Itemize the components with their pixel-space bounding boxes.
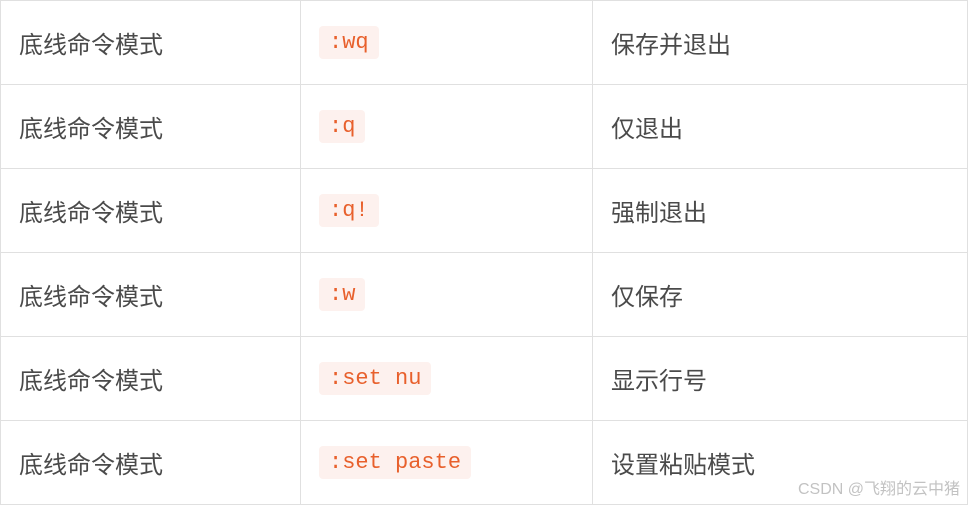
- description-cell: 仅退出: [593, 85, 968, 169]
- command-code: :wq: [319, 26, 379, 59]
- table-row: 底线命令模式 :set nu 显示行号: [1, 337, 968, 421]
- command-code: :q!: [319, 194, 379, 227]
- command-table: 底线命令模式 :wq 保存并退出 底线命令模式 :q 仅退出 底线命令模式 :q…: [0, 0, 968, 505]
- description-cell: 显示行号: [593, 337, 968, 421]
- description-cell: 保存并退出: [593, 1, 968, 85]
- table-row: 底线命令模式 :set paste 设置粘贴模式: [1, 421, 968, 505]
- mode-cell: 底线命令模式: [1, 169, 301, 253]
- description-cell: 仅保存: [593, 253, 968, 337]
- mode-cell: 底线命令模式: [1, 337, 301, 421]
- description-cell: 设置粘贴模式: [593, 421, 968, 505]
- command-code: :w: [319, 278, 365, 311]
- table-row: 底线命令模式 :q 仅退出: [1, 85, 968, 169]
- mode-cell: 底线命令模式: [1, 253, 301, 337]
- command-cell: :set nu: [301, 337, 593, 421]
- command-code: :q: [319, 110, 365, 143]
- command-code: :set nu: [319, 362, 431, 395]
- command-cell: :q: [301, 85, 593, 169]
- command-cell: :set paste: [301, 421, 593, 505]
- command-code: :set paste: [319, 446, 471, 479]
- command-cell: :wq: [301, 1, 593, 85]
- mode-cell: 底线命令模式: [1, 421, 301, 505]
- mode-cell: 底线命令模式: [1, 85, 301, 169]
- description-cell: 强制退出: [593, 169, 968, 253]
- table-row: 底线命令模式 :w 仅保存: [1, 253, 968, 337]
- table-row: 底线命令模式 :wq 保存并退出: [1, 1, 968, 85]
- command-cell: :w: [301, 253, 593, 337]
- command-cell: :q!: [301, 169, 593, 253]
- mode-cell: 底线命令模式: [1, 1, 301, 85]
- table-row: 底线命令模式 :q! 强制退出: [1, 169, 968, 253]
- table-body: 底线命令模式 :wq 保存并退出 底线命令模式 :q 仅退出 底线命令模式 :q…: [1, 1, 968, 505]
